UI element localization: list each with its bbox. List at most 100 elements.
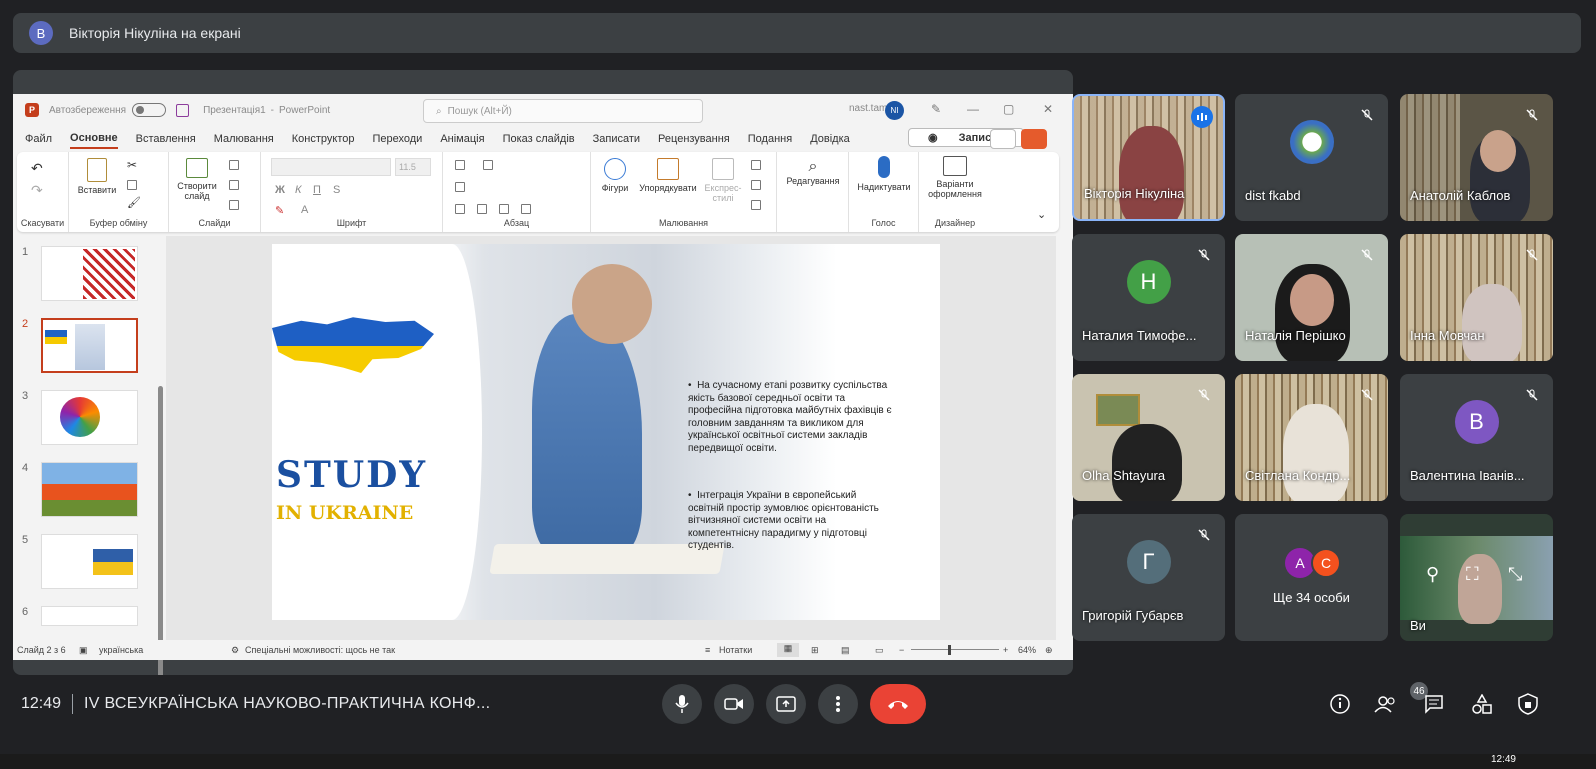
highlight-icon[interactable]: ✎ <box>275 204 284 217</box>
align-left-icon[interactable] <box>455 204 465 214</box>
camera-button[interactable] <box>714 684 754 724</box>
minimize-icon[interactable]: — <box>967 102 979 116</box>
self-view-tile[interactable]: ⚲ ⛶ ⤡ Ви <box>1400 514 1553 641</box>
shape-fill-icon[interactable] <box>751 160 761 170</box>
pin-icon[interactable]: ⚲ <box>1426 564 1439 585</box>
shape-effects-icon[interactable] <box>751 200 761 210</box>
underline-icon[interactable]: П <box>313 184 321 196</box>
slide-thumbnail-5[interactable] <box>41 534 138 589</box>
tab-slideshow[interactable]: Показ слайдів <box>503 130 575 148</box>
zoom-out-icon[interactable]: − <box>899 645 904 655</box>
participant-tile[interactable]: Г Григорій Губарєв <box>1072 514 1225 641</box>
participant-tile[interactable]: Анатолій Каблов <box>1400 94 1553 221</box>
slideshow-view-icon[interactable]: ▭ <box>875 645 884 656</box>
dictate-button[interactable]: Надиктувати <box>853 156 915 192</box>
frame-icon[interactable]: ⛶ <box>1466 564 1479 585</box>
people-icon[interactable] <box>1374 692 1398 716</box>
copy-icon[interactable] <box>127 180 137 190</box>
spellcheck-icon[interactable]: ▣ <box>79 645 88 656</box>
font-color-icon[interactable]: A <box>301 204 308 216</box>
notes-button[interactable]: Нотатки <box>719 645 752 655</box>
bold-icon[interactable]: Ж <box>275 184 285 196</box>
more-participants-tile[interactable]: А С Ще 34 особи <box>1235 514 1388 641</box>
zoom-level[interactable]: 64% <box>1018 645 1036 655</box>
pen-icon[interactable]: ✎ <box>931 102 941 116</box>
participant-tile[interactable]: В Валентина Іванів... <box>1400 374 1553 501</box>
layout-icon[interactable] <box>229 160 239 170</box>
align-right-icon[interactable] <box>499 204 509 214</box>
strikethrough-icon[interactable]: S <box>333 184 340 196</box>
bullets-icon[interactable] <box>455 160 465 170</box>
shapes-button[interactable]: Фігури <box>597 158 633 193</box>
new-slide-button[interactable]: Створити слайд <box>175 158 219 201</box>
slide-thumbnail-3[interactable] <box>41 390 138 445</box>
redo-icon[interactable]: ↷ <box>31 182 43 199</box>
tab-file[interactable]: Файл <box>25 130 52 148</box>
paste-button[interactable]: Вставити <box>77 158 117 195</box>
design-ideas-button[interactable]: Варіанти оформлення <box>923 156 987 199</box>
font-name-field[interactable] <box>271 158 391 176</box>
font-size-field[interactable]: 11.5 <box>395 158 431 176</box>
tab-review[interactable]: Рецензування <box>658 130 730 148</box>
participant-tile[interactable]: Н Наталия Тимофе... <box>1072 234 1225 361</box>
zoom-in-icon[interactable]: + <box>1003 645 1008 655</box>
slide-thumbnail-1[interactable] <box>41 246 138 301</box>
reading-view-icon[interactable]: ▤ <box>841 645 850 656</box>
participant-tile[interactable]: Вікторія Нікуліна <box>1072 94 1225 221</box>
align-center-icon[interactable] <box>477 204 487 214</box>
tab-transitions[interactable]: Переходи <box>372 130 422 148</box>
participant-tile[interactable]: Інна Мовчан <box>1400 234 1553 361</box>
tab-record[interactable]: Записати <box>593 130 640 148</box>
accessibility-status[interactable]: Спеціальні можливості: щось не так <box>245 645 395 655</box>
reset-icon[interactable] <box>229 180 239 190</box>
section-icon[interactable] <box>229 200 239 210</box>
thumbnails-scrollbar[interactable] <box>158 386 163 675</box>
cut-icon[interactable]: ✂ <box>127 158 137 172</box>
activities-icon[interactable] <box>1470 692 1494 716</box>
autosave-toggle[interactable] <box>132 103 167 117</box>
zoom-slider-thumb[interactable] <box>948 645 951 655</box>
leave-call-button[interactable] <box>870 684 926 724</box>
ribbon-collapse-icon[interactable]: ⌄ <box>1037 208 1046 221</box>
fit-slide-icon[interactable]: ⊕ <box>1045 645 1053 656</box>
participant-tile[interactable]: Наталія Перішко <box>1235 234 1388 361</box>
chat-icon[interactable] <box>1422 692 1446 716</box>
undo-icon[interactable]: ↶ <box>31 160 43 177</box>
shape-outline-icon[interactable] <box>751 180 761 190</box>
italic-icon[interactable]: К <box>295 184 301 196</box>
tab-view[interactable]: Подання <box>748 130 792 148</box>
normal-view-icon[interactable]: ▦ <box>777 643 799 657</box>
meeting-details-icon[interactable] <box>1328 692 1352 716</box>
microphone-button[interactable] <box>662 684 702 724</box>
indent-icon[interactable] <box>455 182 465 192</box>
slide-thumbnail-4[interactable] <box>41 462 138 517</box>
language-label[interactable]: українська <box>99 645 143 655</box>
maximize-icon[interactable]: ▢ <box>1003 102 1014 116</box>
more-options-button[interactable] <box>818 684 858 724</box>
present-button[interactable] <box>766 684 806 724</box>
quick-styles-button[interactable]: Експрес-стилі <box>701 158 745 203</box>
participant-tile[interactable]: Olha Shtayura <box>1072 374 1225 501</box>
participant-tile[interactable]: Світлана Кондр... <box>1235 374 1388 501</box>
tab-design[interactable]: Конструктор <box>292 130 355 148</box>
save-icon[interactable] <box>176 103 190 117</box>
justify-icon[interactable] <box>521 204 531 214</box>
search-box[interactable]: ⌕ Пошук (Alt+Й) <box>423 99 703 123</box>
sorter-view-icon[interactable]: ⊞ <box>811 645 819 656</box>
editing-button[interactable]: ⌕ Редагування <box>781 158 845 186</box>
slide-thumbnail-2[interactable] <box>41 318 138 373</box>
tab-draw[interactable]: Малювання <box>214 130 274 148</box>
tab-home[interactable]: Основне <box>70 129 118 149</box>
tab-insert[interactable]: Вставлення <box>136 130 196 148</box>
share-button[interactable] <box>1021 129 1047 149</box>
participant-tile[interactable]: dist fkabd <box>1235 94 1388 221</box>
slide-thumbnail-6[interactable] <box>41 606 138 626</box>
format-painter-icon[interactable]: 🖌 <box>127 196 141 209</box>
user-avatar[interactable]: NI <box>885 101 904 120</box>
comments-button[interactable] <box>990 129 1016 149</box>
minimize-self-icon[interactable]: ⤡ <box>1508 564 1522 585</box>
zoom-slider[interactable] <box>911 649 999 650</box>
host-controls-icon[interactable] <box>1516 692 1540 716</box>
numbering-icon[interactable] <box>483 160 493 170</box>
close-icon[interactable]: ✕ <box>1043 102 1053 116</box>
